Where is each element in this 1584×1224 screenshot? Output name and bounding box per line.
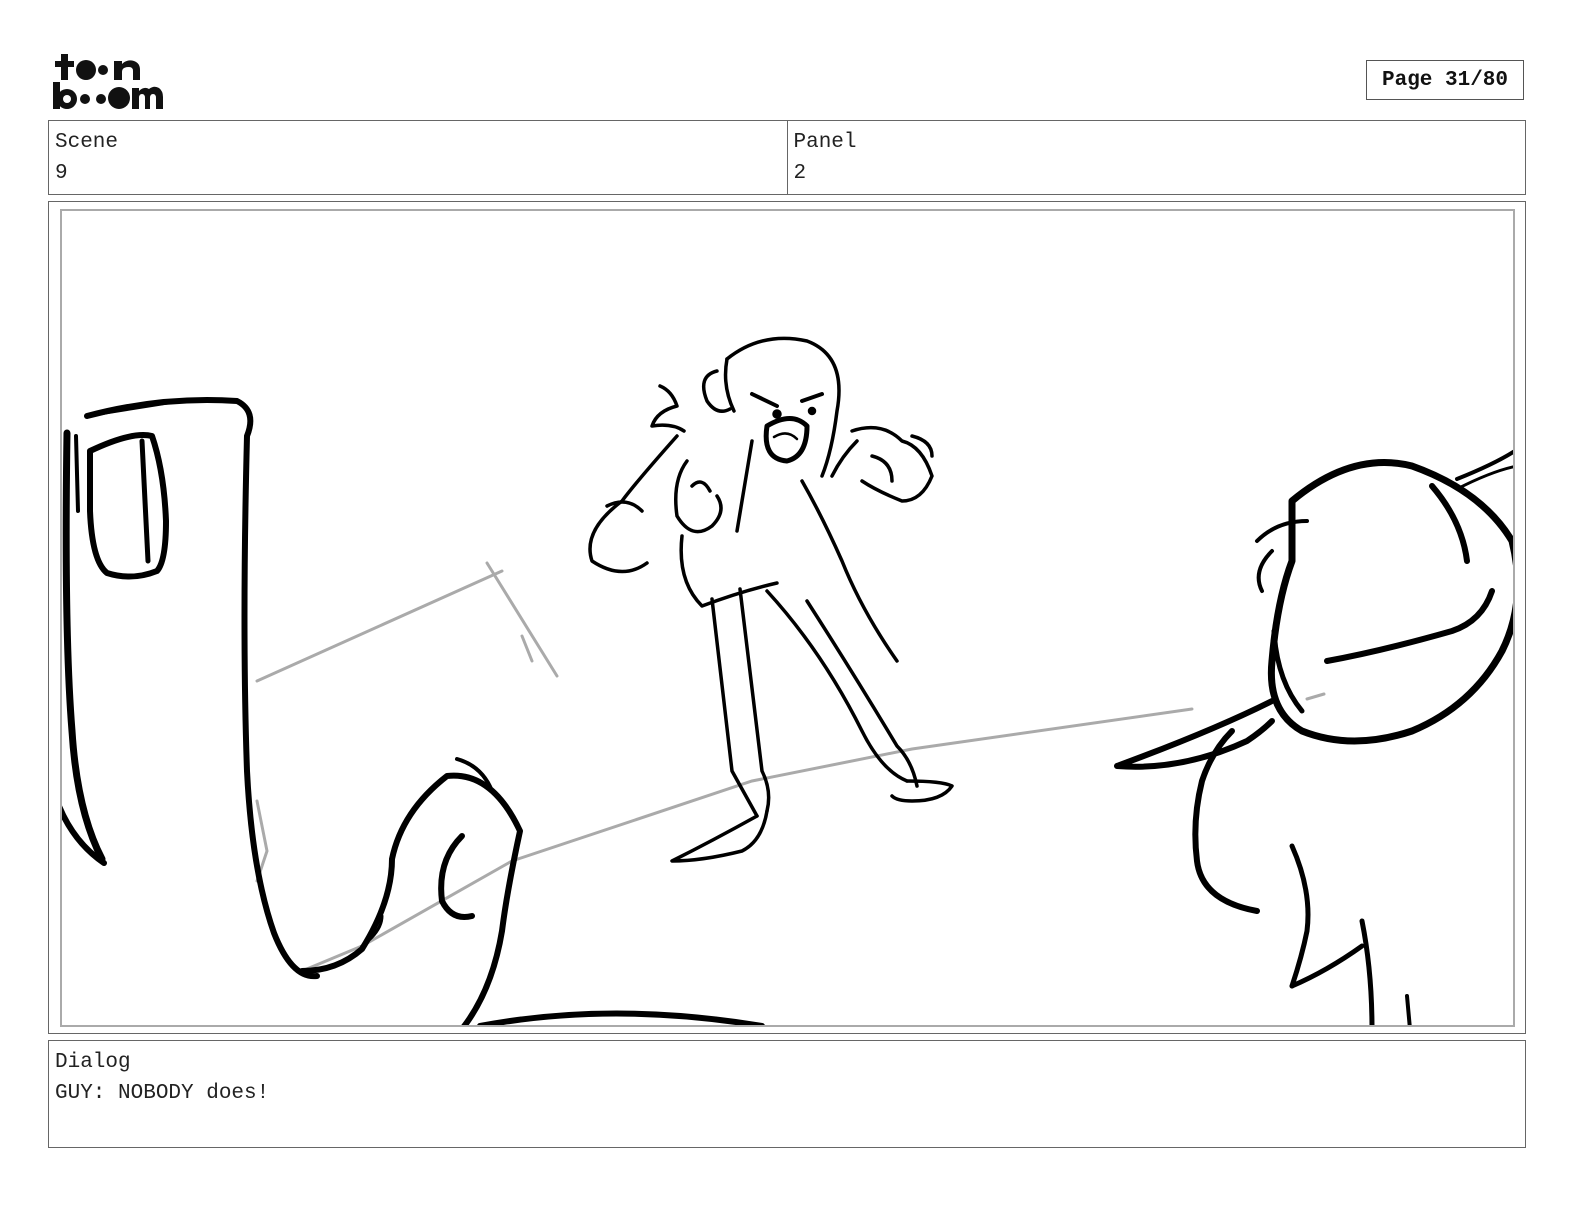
- dialog-box: Dialog GUY: NOBODY does!: [48, 1040, 1526, 1148]
- panel-value: 2: [793, 162, 807, 185]
- toon-boom-logo: [50, 50, 164, 112]
- storyboard-sketch: [62, 336, 1513, 1025]
- dialog-label: Dialog: [55, 1051, 131, 1074]
- page-number-badge: Page 31/80: [1366, 60, 1524, 100]
- storyboard-panel-frame: [48, 201, 1526, 1034]
- panel-cell: Panel 2: [786, 121, 1526, 194]
- scene-cell: Scene 9: [49, 121, 787, 194]
- scene-value: 9: [55, 162, 68, 185]
- scene-label: Scene: [55, 131, 119, 154]
- scene-panel-info: Scene 9 Panel 2: [48, 120, 1526, 195]
- panel-label: Panel: [793, 131, 857, 154]
- dialog-text: GUY: NOBODY does!: [55, 1082, 270, 1105]
- storyboard-drawing-area: [60, 209, 1515, 1027]
- toon-boom-logo-mark: [53, 54, 163, 109]
